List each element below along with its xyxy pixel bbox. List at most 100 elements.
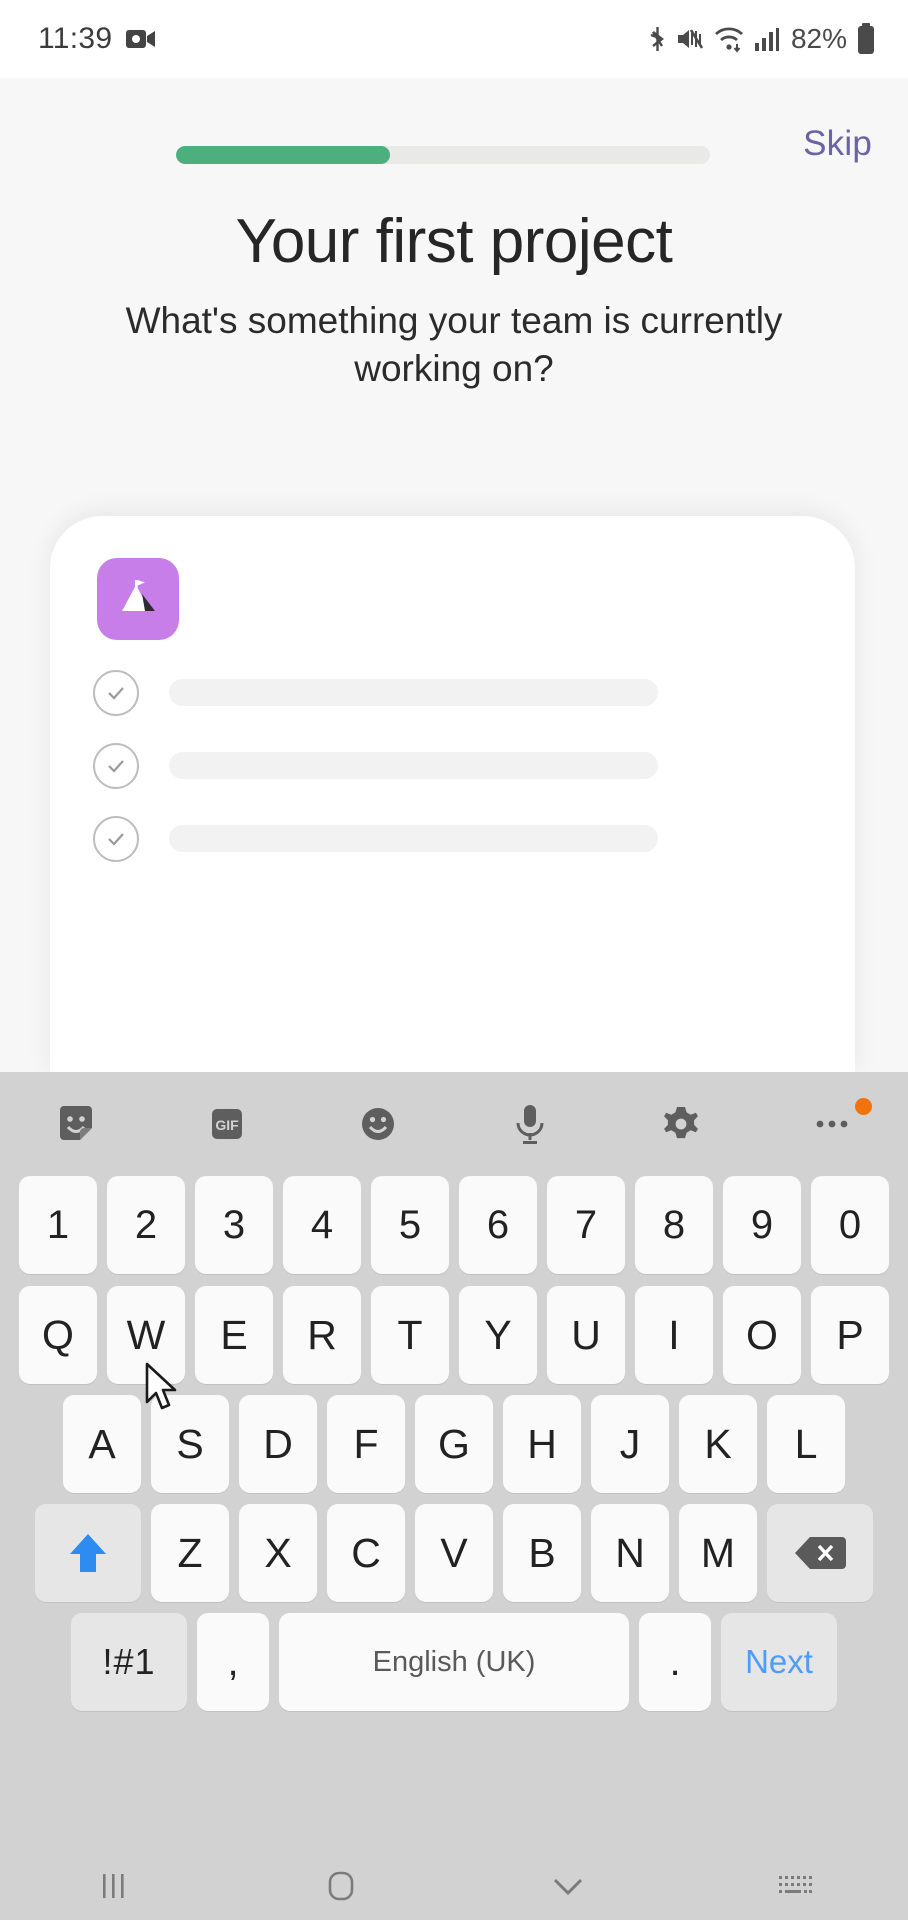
key-x[interactable]: X <box>239 1504 317 1602</box>
key-a[interactable]: A <box>63 1395 141 1493</box>
status-bar: 11:39 82% <box>0 0 908 78</box>
key-p[interactable]: P <box>811 1286 889 1384</box>
sticker-button[interactable] <box>0 1072 151 1176</box>
check-circle-icon <box>93 742 139 789</box>
key-q[interactable]: Q <box>19 1286 97 1384</box>
keyboard-switch-button[interactable] <box>681 1872 908 1900</box>
task-placeholder-bar <box>169 752 658 779</box>
page-title: Your first project <box>235 207 673 276</box>
key-9[interactable]: 9 <box>723 1176 801 1274</box>
check-circle-icon <box>93 815 139 862</box>
check-circle-icon <box>93 669 139 716</box>
sticker-icon <box>54 1102 98 1146</box>
wifi-icon <box>713 25 745 53</box>
keyboard-row-asdf: ASDFGHJKL <box>4 1395 904 1493</box>
key-z[interactable]: Z <box>151 1504 229 1602</box>
key-r[interactable]: R <box>283 1286 361 1384</box>
key-b[interactable]: B <box>503 1504 581 1602</box>
key-n[interactable]: N <box>591 1504 669 1602</box>
status-bar-right: 82% <box>647 0 876 78</box>
key-j[interactable]: J <box>591 1395 669 1493</box>
task-placeholder-row <box>50 802 855 875</box>
comma-key[interactable]: , <box>197 1613 269 1711</box>
task-placeholder-bar <box>169 679 658 706</box>
shift-key[interactable] <box>35 1504 141 1602</box>
task-placeholder-bar <box>169 825 658 852</box>
key-l[interactable]: L <box>767 1395 845 1493</box>
next-key[interactable]: Next <box>721 1613 837 1711</box>
emoji-button[interactable] <box>303 1072 454 1176</box>
period-key[interactable]: . <box>639 1613 711 1711</box>
key-6[interactable]: 6 <box>459 1176 537 1274</box>
onboarding-progress-fill <box>176 146 390 164</box>
svg-text:GIF: GIF <box>215 1117 239 1133</box>
backspace-key[interactable] <box>767 1504 873 1602</box>
notification-badge-dot <box>854 1098 872 1115</box>
key-h[interactable]: H <box>503 1395 581 1493</box>
shift-arrow-icon <box>67 1530 109 1576</box>
key-w[interactable]: W <box>107 1286 185 1384</box>
onboarding-progress-bar <box>176 146 710 164</box>
mountain-flag-icon <box>114 577 162 621</box>
keyboard-bottom-row: !#1 , English (UK) . Next <box>4 1613 904 1711</box>
project-task-placeholder-list <box>50 656 855 875</box>
bluetooth-icon <box>647 24 667 54</box>
keyboard-toolbar: GIF <box>0 1072 908 1176</box>
key-4[interactable]: 4 <box>283 1176 361 1274</box>
key-v[interactable]: V <box>415 1504 493 1602</box>
skip-button[interactable]: Skip <box>803 124 872 164</box>
emoji-icon <box>355 1101 401 1147</box>
page-subtitle: What's something your team is currently … <box>125 300 783 389</box>
symbols-key[interactable]: !#1 <box>71 1613 187 1711</box>
keyboard-switch-icon <box>776 1872 814 1900</box>
key-d[interactable]: D <box>239 1395 317 1493</box>
key-c[interactable]: C <box>327 1504 405 1602</box>
signal-icon <box>754 26 780 52</box>
key-8[interactable]: 8 <box>635 1176 713 1274</box>
task-placeholder-row <box>50 656 855 729</box>
home-button[interactable] <box>227 1869 454 1903</box>
gif-button[interactable]: GIF <box>151 1072 302 1176</box>
hide-keyboard-button[interactable] <box>454 1873 681 1899</box>
key-f[interactable]: F <box>327 1395 405 1493</box>
key-y[interactable]: Y <box>459 1286 537 1384</box>
key-u[interactable]: U <box>547 1286 625 1384</box>
progress-row: Skip <box>0 124 908 164</box>
key-k[interactable]: K <box>679 1395 757 1493</box>
status-bar-clock: 11:39 <box>38 22 113 55</box>
key-0[interactable]: 0 <box>811 1176 889 1274</box>
microphone-icon <box>510 1101 550 1147</box>
status-bar-left: 11:39 <box>38 22 156 56</box>
project-preview-card <box>50 516 855 1072</box>
key-1[interactable]: 1 <box>19 1176 97 1274</box>
key-m[interactable]: M <box>679 1504 757 1602</box>
home-icon <box>324 1869 358 1903</box>
task-placeholder-row <box>50 729 855 802</box>
gif-icon: GIF <box>205 1102 249 1146</box>
phone-screen: 11:39 82% Skip Your first project What's… <box>0 0 908 1920</box>
key-3[interactable]: 3 <box>195 1176 273 1274</box>
on-screen-keyboard: G I F 1 2 3 4 5 6 7 8 9 0 Q W E R T Y U I … <box>0 1072 908 1852</box>
keyboard-settings-button[interactable] <box>605 1072 756 1176</box>
voice-input-button[interactable] <box>454 1072 605 1176</box>
key-g[interactable]: G <box>415 1395 493 1493</box>
mute-icon <box>676 25 704 53</box>
keyboard-row-zxcv: ZXCVBNM <box>4 1504 904 1602</box>
recents-icon <box>96 1869 132 1903</box>
key-o[interactable]: O <box>723 1286 801 1384</box>
screen-record-icon <box>126 28 156 50</box>
key-7[interactable]: 7 <box>547 1176 625 1274</box>
key-2[interactable]: 2 <box>107 1176 185 1274</box>
more-options-button[interactable] <box>757 1072 908 1176</box>
settings-gear-icon <box>658 1101 704 1147</box>
keyboard-row-qwerty: QWERTYUIOP <box>4 1286 904 1384</box>
key-t[interactable]: T <box>371 1286 449 1384</box>
space-key[interactable]: English (UK) <box>279 1613 629 1711</box>
key-i[interactable]: I <box>635 1286 713 1384</box>
key-s[interactable]: S <box>151 1395 229 1493</box>
key-5[interactable]: 5 <box>371 1176 449 1274</box>
system-navigation-bar <box>0 1852 908 1920</box>
key-e[interactable]: E <box>195 1286 273 1384</box>
recents-button[interactable] <box>0 1869 227 1903</box>
battery-icon <box>856 23 876 55</box>
